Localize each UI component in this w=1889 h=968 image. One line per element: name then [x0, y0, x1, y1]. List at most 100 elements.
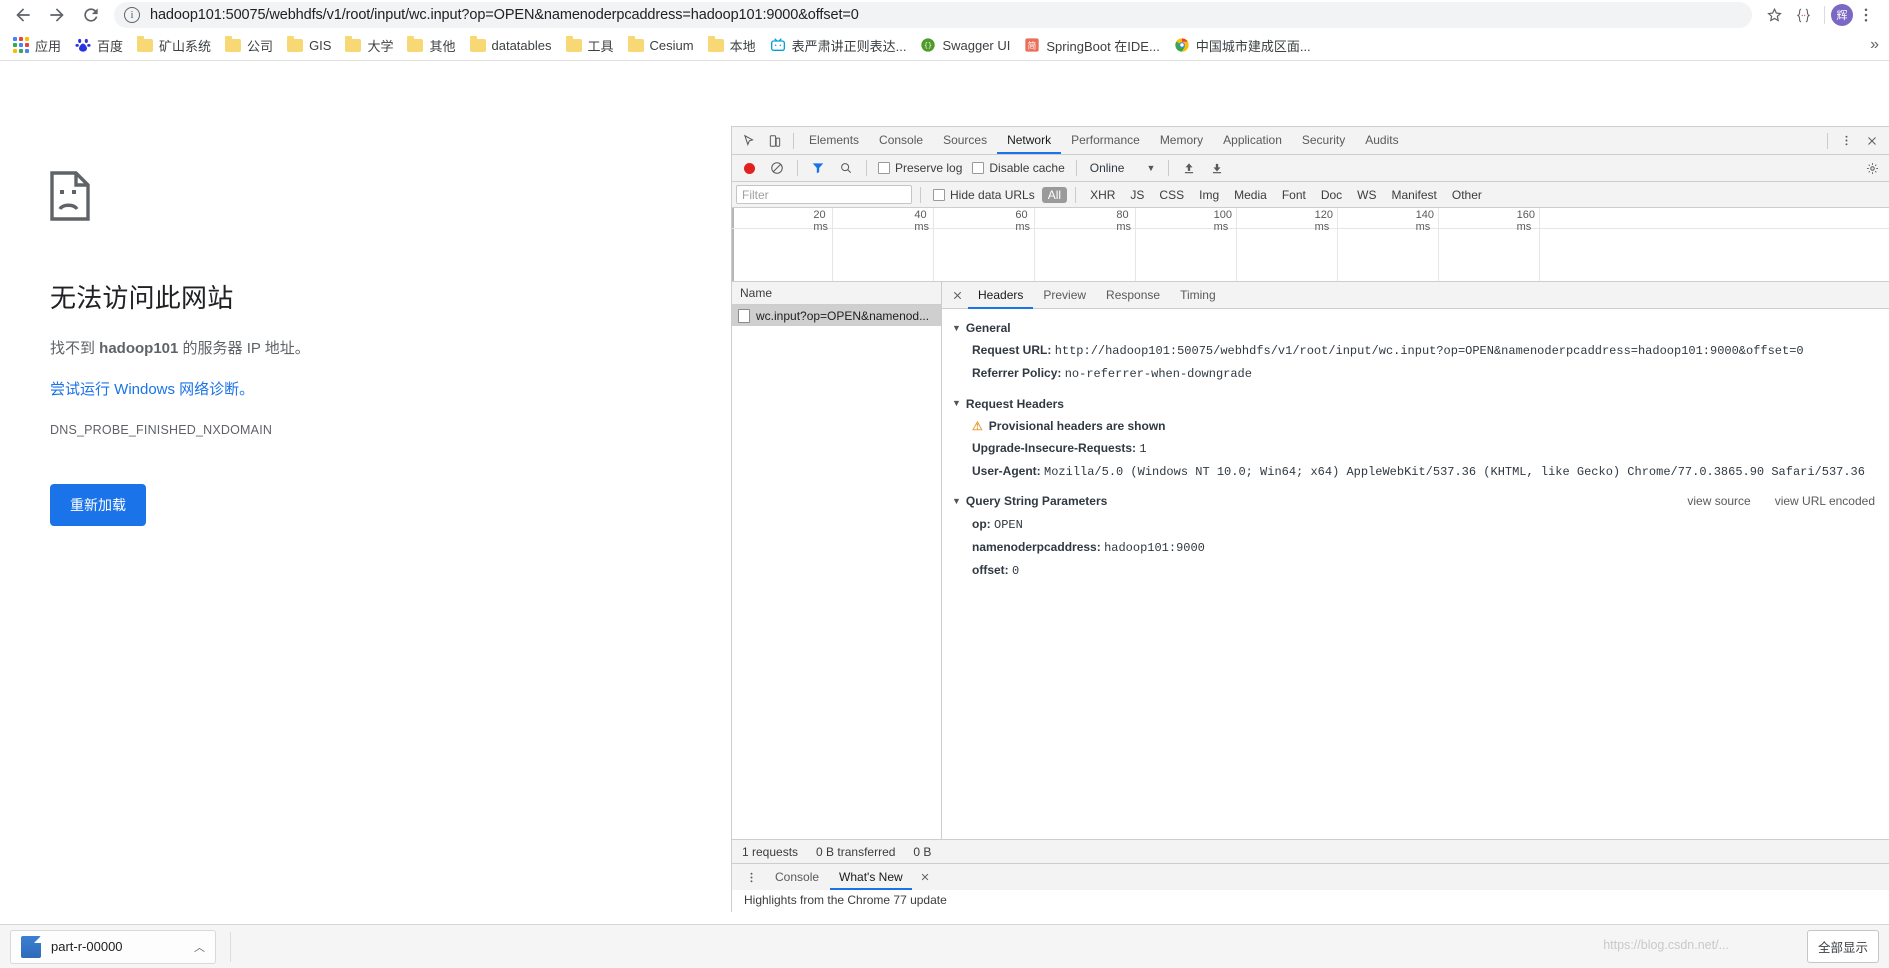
- tab-elements[interactable]: Elements: [799, 127, 869, 154]
- bookmark-other[interactable]: 其他: [400, 33, 462, 58]
- devtools-close-button[interactable]: [1859, 128, 1885, 154]
- tab-audits[interactable]: Audits: [1355, 127, 1408, 154]
- request-headers-section-header[interactable]: ▼ Request Headers: [942, 393, 1889, 415]
- qsp-toggle[interactable]: ▼ Query String Parameters: [952, 490, 1107, 512]
- timeline-tick-label: 160 ms: [1517, 209, 1539, 233]
- watermark-text: https://blog.csdn.net/...: [1603, 938, 1729, 952]
- close-drawer-tab-button[interactable]: [914, 866, 936, 888]
- type-filter-doc[interactable]: Doc: [1315, 187, 1348, 203]
- bookmark-tools[interactable]: 工具: [559, 33, 621, 58]
- request-list-header[interactable]: Name: [732, 282, 941, 305]
- request-name: wc.input?op=OPEN&namenod...: [756, 309, 929, 323]
- type-filter-manifest[interactable]: Manifest: [1386, 187, 1443, 203]
- timeline-tick: 140 ms: [1438, 208, 1439, 281]
- devtools-more-button[interactable]: [1833, 128, 1859, 154]
- tab-sources[interactable]: Sources: [933, 127, 997, 154]
- network-overview-timeline[interactable]: 20 ms 40 ms 60 ms 80 ms 100 ms 120 ms 14…: [732, 208, 1889, 282]
- bookmarks-overflow-button[interactable]: »: [1870, 36, 1883, 54]
- tab-memory[interactable]: Memory: [1150, 127, 1213, 154]
- preserve-log-checkbox[interactable]: Preserve log: [874, 161, 966, 175]
- bookmark-star-button[interactable]: [1760, 6, 1788, 25]
- chevron-up-icon[interactable]: ︿: [194, 939, 205, 955]
- hide-data-urls-checkbox[interactable]: Hide data URLs: [929, 188, 1039, 202]
- bookmark-gis[interactable]: GIS: [280, 35, 338, 56]
- type-filter-css[interactable]: CSS: [1153, 187, 1190, 203]
- search-requests-button[interactable]: [833, 155, 859, 181]
- view-url-encoded-link[interactable]: view URL encoded: [1775, 490, 1875, 512]
- back-button[interactable]: [6, 0, 40, 30]
- import-har-button[interactable]: [1176, 155, 1202, 181]
- timeline-tick: 60 ms: [1034, 208, 1035, 281]
- network-throttling-select[interactable]: Online ▼: [1084, 161, 1162, 175]
- bookmark-datatables[interactable]: datatables: [463, 35, 559, 56]
- reload-button[interactable]: [74, 0, 108, 30]
- tab-preview[interactable]: Preview: [1033, 282, 1096, 309]
- clear-network-button[interactable]: [764, 155, 790, 181]
- tab-timing[interactable]: Timing: [1170, 282, 1226, 309]
- folder-icon: [470, 39, 486, 52]
- bookmark-cesium[interactable]: Cesium: [621, 35, 701, 56]
- tab-headers[interactable]: Headers: [968, 282, 1033, 309]
- bookmark-mining-system[interactable]: 矿山系统: [130, 33, 218, 58]
- sad-document-icon: [50, 171, 90, 221]
- request-url-value: http://hadoop101:50075/webhdfs/v1/root/i…: [1055, 344, 1804, 358]
- network-diagnostics-link[interactable]: 尝试运行 Windows 网络诊断。: [50, 378, 650, 399]
- type-filter-all[interactable]: All: [1042, 187, 1067, 203]
- close-detail-button[interactable]: [946, 284, 968, 306]
- toggle-device-toolbar-button[interactable]: [762, 128, 788, 154]
- disable-cache-checkbox[interactable]: Disable cache: [968, 161, 1068, 175]
- tab-application[interactable]: Application: [1213, 127, 1292, 154]
- bookmark-star-icon: [1765, 6, 1784, 25]
- profile-avatar[interactable]: 辉: [1831, 4, 1853, 26]
- chrome-menu-button[interactable]: [1853, 6, 1879, 24]
- bookmark-university[interactable]: 大学: [338, 33, 400, 58]
- type-filter-font[interactable]: Font: [1276, 187, 1312, 203]
- bookmark-apps[interactable]: 应用: [6, 33, 68, 58]
- json-viewer-extension-button[interactable]: [1788, 6, 1818, 25]
- upgrade-value: 1: [1139, 442, 1146, 456]
- type-filter-media[interactable]: Media: [1228, 187, 1273, 203]
- general-section-header[interactable]: ▼ General: [942, 317, 1889, 339]
- filter-input[interactable]: [736, 185, 912, 204]
- inspect-element-button[interactable]: [736, 128, 762, 154]
- download-item[interactable]: part-r-00000 ︿: [10, 930, 216, 964]
- checkbox-box: [972, 162, 984, 174]
- back-arrow-icon: [13, 5, 33, 25]
- reload-page-button[interactable]: 重新加载: [50, 484, 146, 526]
- table-row[interactable]: wc.input?op=OPEN&namenod...: [732, 305, 941, 326]
- tab-performance[interactable]: Performance: [1061, 127, 1150, 154]
- download-bar-divider: [230, 932, 231, 962]
- address-bar[interactable]: i hadoop101:50075/webhdfs/v1/root/input/…: [114, 2, 1752, 28]
- tab-console[interactable]: Console: [869, 127, 933, 154]
- bookmark-local[interactable]: 本地: [701, 33, 763, 58]
- type-filter-js[interactable]: JS: [1124, 187, 1150, 203]
- type-filter-ws[interactable]: WS: [1351, 187, 1382, 203]
- drawer-menu-button[interactable]: [738, 864, 764, 890]
- forward-button[interactable]: [40, 0, 74, 30]
- drawer-tab-whats-new[interactable]: What's New: [830, 864, 912, 890]
- folder-icon: [407, 39, 423, 52]
- bookmark-china-urban-area[interactable]: 中国城市建成区面...: [1167, 33, 1318, 58]
- bookmark-regex-article[interactable]: 表严肃讲正则表达...: [763, 33, 914, 58]
- request-list: Name wc.input?op=OPEN&namenod...: [732, 282, 942, 839]
- export-har-button[interactable]: [1204, 155, 1230, 181]
- bookmark-swagger-ui[interactable]: {} Swagger UI: [913, 34, 1017, 56]
- tab-network[interactable]: Network: [997, 127, 1061, 154]
- view-source-link[interactable]: view source: [1687, 490, 1750, 512]
- bookmark-springboot-ide[interactable]: 简 SpringBoot 在IDE...: [1017, 33, 1166, 58]
- type-filter-other[interactable]: Other: [1446, 187, 1488, 203]
- bookmark-company[interactable]: 公司: [218, 33, 280, 58]
- tab-security[interactable]: Security: [1292, 127, 1355, 154]
- site-info-icon[interactable]: i: [124, 7, 140, 23]
- bookmark-baidu[interactable]: 百度: [68, 33, 130, 58]
- show-all-downloads-button[interactable]: 全部显示: [1807, 930, 1879, 963]
- type-filter-img[interactable]: Img: [1193, 187, 1225, 203]
- drawer-tab-console[interactable]: Console: [766, 864, 828, 890]
- network-filter-bar: Hide data URLs All XHR JS CSS Img Media …: [732, 182, 1889, 208]
- toggle-filter-button[interactable]: [805, 155, 831, 181]
- tab-response[interactable]: Response: [1096, 282, 1170, 309]
- transferred-size: 0 B transferred: [816, 845, 895, 859]
- type-filter-xhr[interactable]: XHR: [1084, 187, 1121, 203]
- record-network-button[interactable]: [736, 155, 762, 181]
- network-settings-button[interactable]: [1859, 155, 1885, 181]
